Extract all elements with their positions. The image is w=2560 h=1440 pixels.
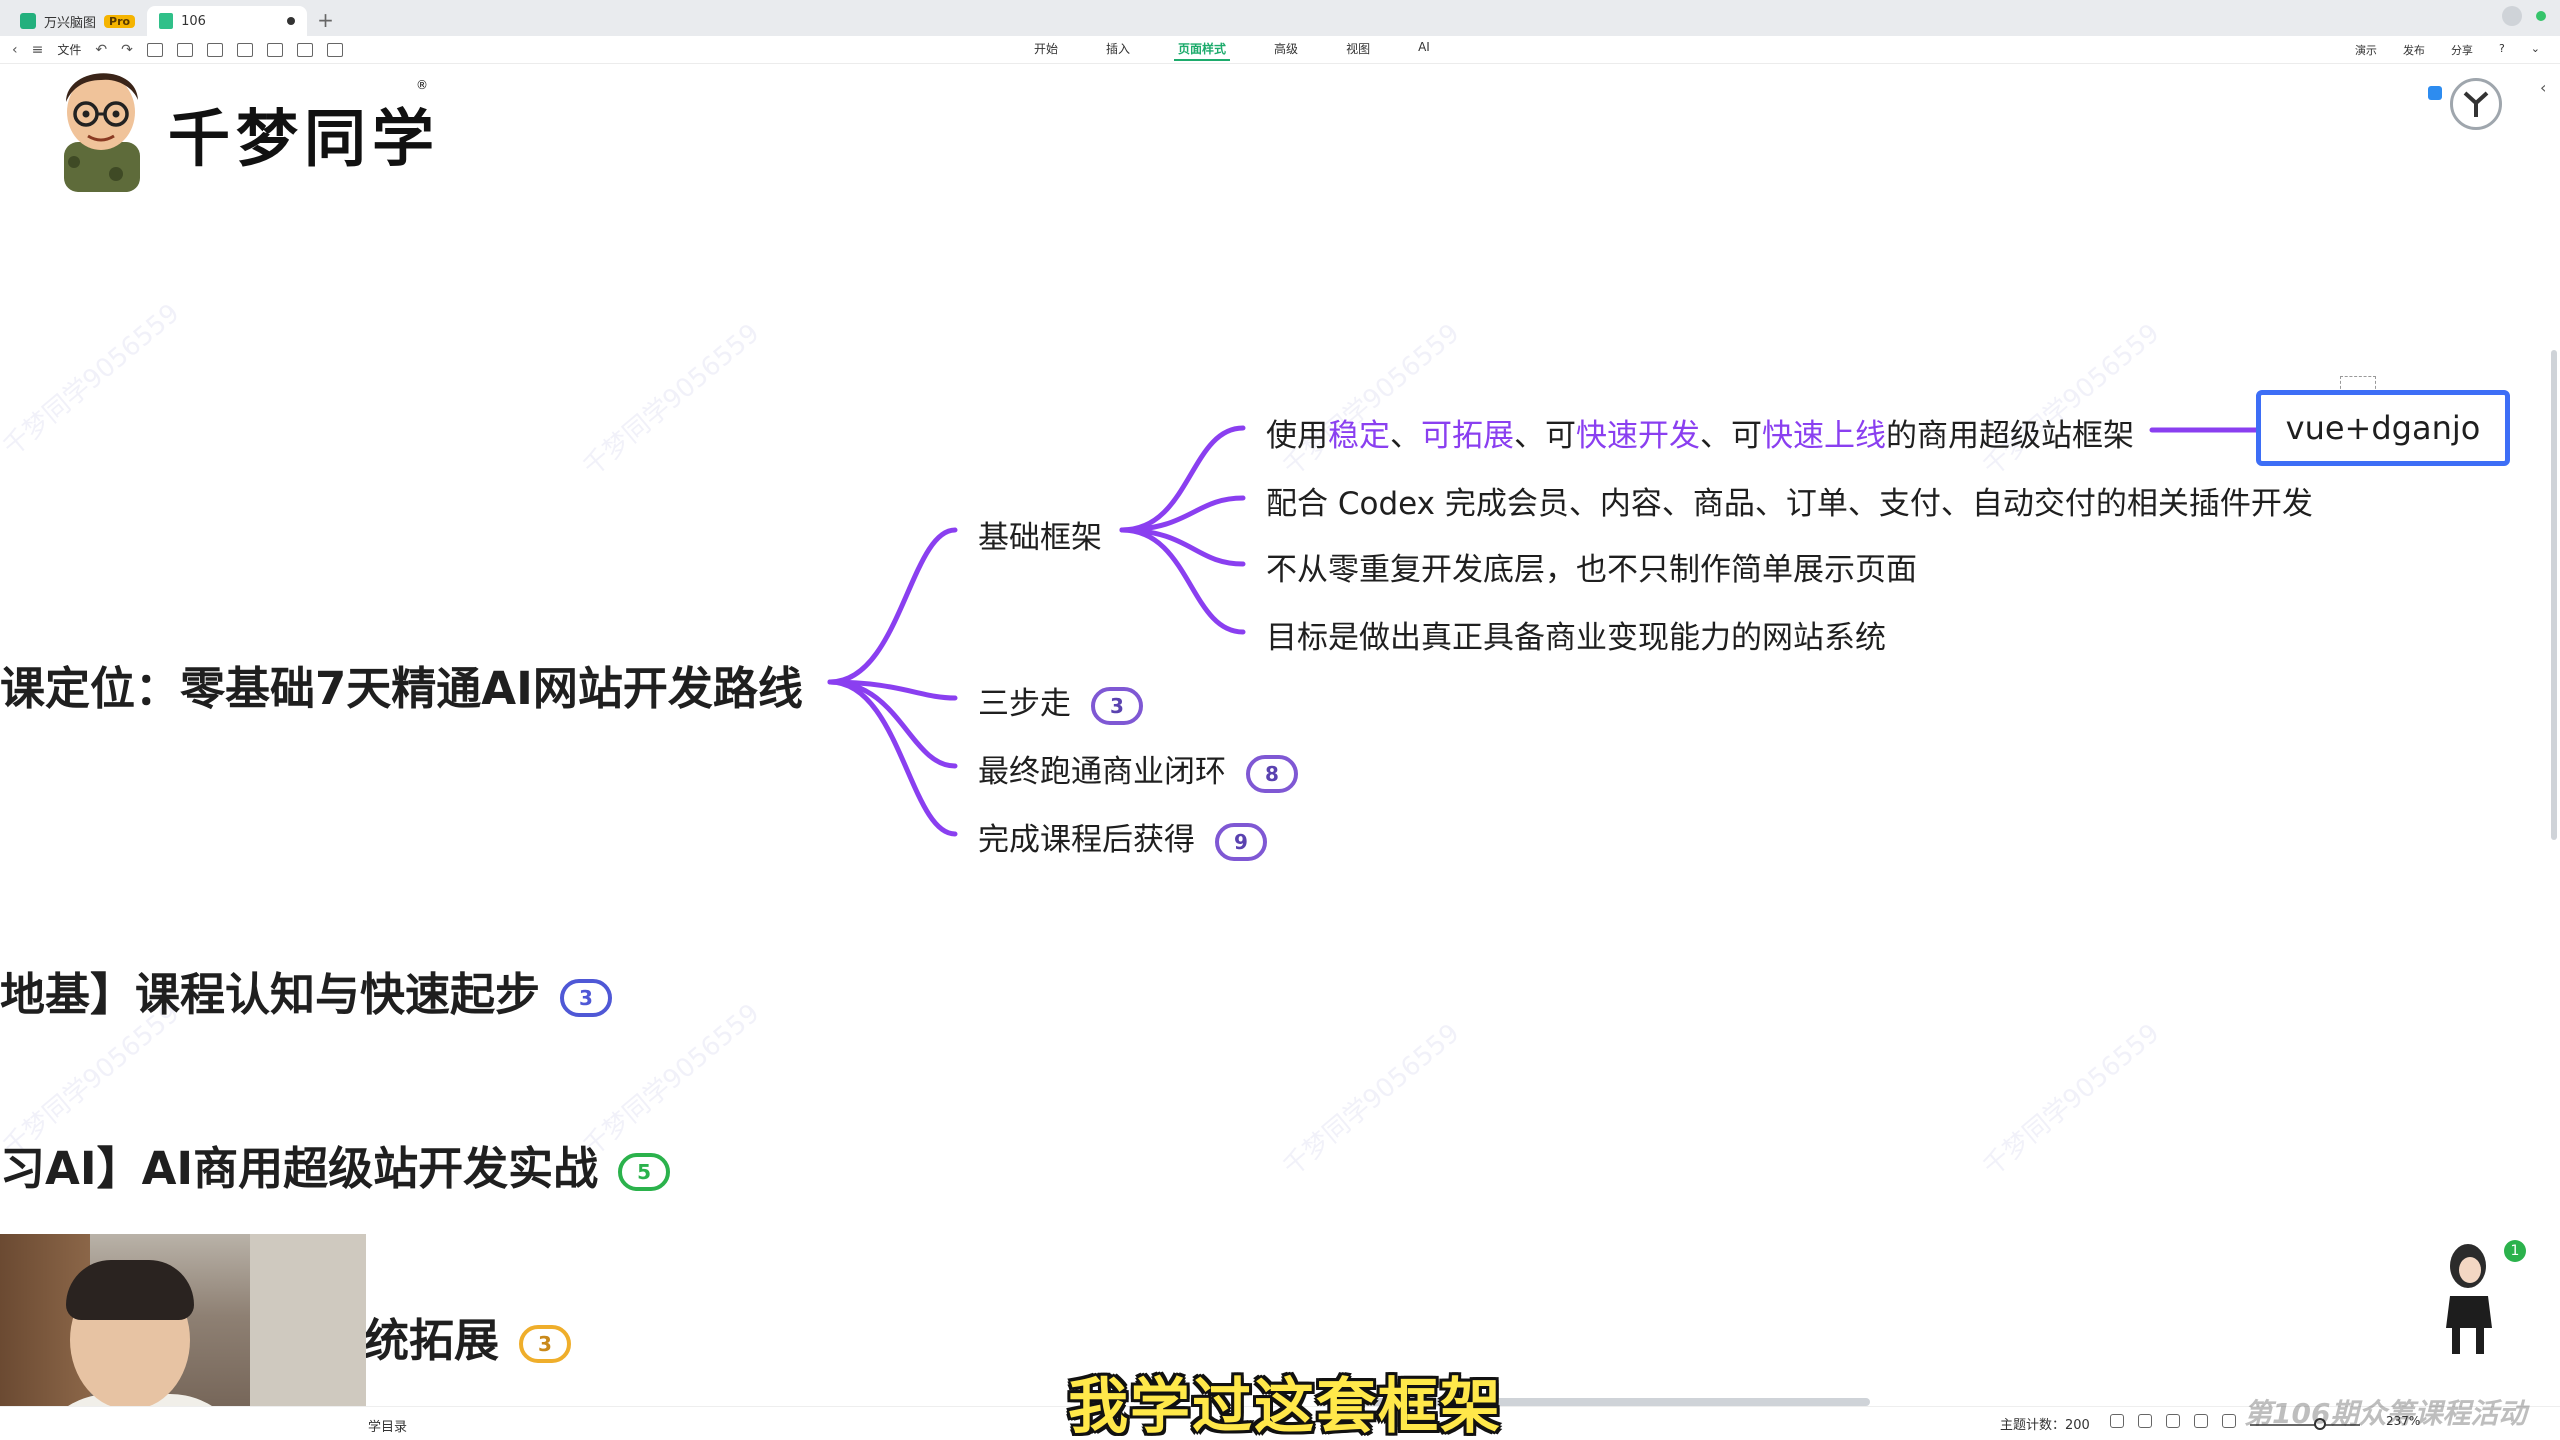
highlight-fast-launch: 快速上线 — [1762, 418, 1886, 454]
highlight-stable: 稳定 — [1328, 418, 1390, 454]
connector-framework-leaf1 — [1119, 425, 1246, 533]
topic-three-steps[interactable]: 三步走 3 — [978, 678, 1143, 725]
topic-course-outcome[interactable]: 完成课程后获得 9 — [978, 814, 1267, 861]
connector-root-basic-framework — [827, 527, 958, 685]
webcam-person-hair — [66, 1260, 194, 1320]
book-view-icon[interactable] — [2138, 1414, 2152, 1428]
topic-business-loop[interactable]: 最终跑通商业闭环 8 — [978, 746, 1298, 793]
topic-label: 完成课程后获得 — [978, 822, 1195, 858]
chapter-ai-practice[interactable]: 习AI】AI商用超级站开发实战 5 — [0, 1132, 671, 1197]
video-watermark: 第106期众筹课程活动 — [2244, 1397, 2527, 1430]
text-segment: 、可 — [1514, 418, 1576, 454]
collapsed-count-badge[interactable]: 3 — [560, 979, 613, 1017]
collapsed-count-badge[interactable]: 3 — [1091, 686, 1143, 725]
topic-framework-choice[interactable]: 使用稳定、可拓展、可快速开发、可快速上线的商用超级站框架 — [1266, 410, 2134, 455]
topic-label: 最终跑通商业闭环 — [978, 754, 1226, 790]
highlight-extensible: 可拓展 — [1421, 418, 1514, 454]
play-icon[interactable] — [2166, 1414, 2180, 1428]
mindmap-connectors — [827, 425, 2263, 837]
fit-page-icon[interactable] — [2194, 1414, 2208, 1428]
topic-goal[interactable]: 目标是做出真正具备商业变现能力的网站系统 — [1266, 612, 1886, 657]
text-segment: 、 — [1390, 418, 1421, 454]
video-subtitle: 我学过这套框架 — [1068, 1372, 1502, 1440]
chapter-foundation[interactable]: 地基】课程认知与快速起步 3 — [0, 958, 613, 1023]
chapter-label: 地基】课程认知与快速起步 — [0, 968, 541, 1021]
topic-label: 三步走 — [978, 686, 1071, 722]
text-segment: 、可 — [1700, 418, 1762, 454]
topic-count: 主题计数：200 — [2000, 1418, 2090, 1433]
selected-topic-vue-django[interactable]: vue+dganjo — [2256, 390, 2510, 466]
fullscreen-icon[interactable] — [2222, 1414, 2236, 1428]
highlight-fast-dev: 快速开发 — [1576, 418, 1700, 454]
collapsed-count-badge[interactable]: 8 — [1246, 754, 1298, 793]
topic-no-reinvent[interactable]: 不从零重复开发底层，也不只制作简单展示页面 — [1266, 544, 1917, 589]
theme-icon[interactable] — [2110, 1414, 2124, 1428]
collapsed-count-badge[interactable]: 5 — [618, 1153, 671, 1191]
text-segment: 使用 — [1266, 418, 1328, 454]
assistant-mascot-icon[interactable] — [2432, 1236, 2506, 1358]
chapter-system-extension[interactable]: 统拓展 3 — [364, 1304, 572, 1369]
collapsed-count-badge[interactable]: 3 — [519, 1325, 572, 1363]
topic-codex-plugins[interactable]: 配合 Codex 完成会员、内容、商品、订单、支付、自动交付的相关插件开发 — [1266, 478, 2313, 523]
collapsed-count-badge[interactable]: 9 — [1215, 822, 1267, 861]
notification-badge[interactable]: 1 — [2504, 1240, 2526, 1262]
outline-toggle[interactable]: 学目录 — [368, 1416, 407, 1435]
text-segment: 的商用超级站框架 — [1886, 418, 2134, 454]
chapter-label: 习AI】AI商用超级站开发实战 — [0, 1142, 599, 1195]
app-window: 万兴脑图 Pro 106 + ‹ ≡ 文件 ↶ ↷ 开始 插入 页面样式 高级 … — [0, 0, 2560, 1440]
chapter-label: 统拓展 — [364, 1314, 500, 1367]
status-view-icons — [2110, 1414, 2236, 1428]
root-topic[interactable]: 课定位：零基础7天精通AI网站开发路线 — [0, 652, 803, 717]
vertical-scrollbar[interactable] — [2551, 350, 2557, 840]
topic-basic-framework[interactable]: 基础框架 — [978, 512, 1102, 557]
